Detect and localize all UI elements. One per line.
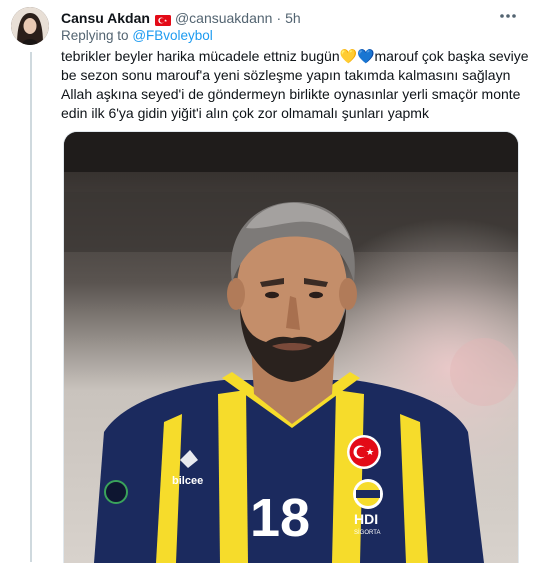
thread-line xyxy=(30,52,32,562)
tweet-text-line: tebrikler beyler harika mücadele ettniz … xyxy=(61,48,529,64)
avatar[interactable] xyxy=(11,7,49,45)
sponsor-brand-text: bilcee xyxy=(172,475,203,487)
replying-mention-link[interactable]: @FBvoleybol xyxy=(132,28,213,43)
replying-to: Replying to @FBvoleybol xyxy=(61,28,213,43)
author-name[interactable]: Cansu Akdan xyxy=(61,10,150,26)
tweet-media-photo[interactable]: bilcee 18 HDI SİGORTA xyxy=(63,131,519,563)
jersey-number: 18 xyxy=(250,488,310,548)
tweet-text-line: be sezon sonu marouf'a yeni sözleşme yap… xyxy=(61,67,511,83)
club-badge-icon xyxy=(353,479,383,509)
separator-dot: · xyxy=(276,10,282,26)
tweet-text-line: Allah aşkına seyed'i de göndermeyn birli… xyxy=(61,86,521,102)
turkey-flag-icon xyxy=(154,13,171,26)
tweet-text: tebrikler beyler harika mücadele ettniz … xyxy=(61,47,529,123)
author-handle[interactable]: @cansuakdann xyxy=(175,10,273,26)
tweet-header: Cansu Akdan @cansuakdann · 5h xyxy=(61,8,524,28)
volleyball-player-photo: bilcee 18 HDI SİGORTA xyxy=(64,132,518,563)
tweet-text-line: edin ilk 6'ya gidin yiğit'i alın çok zor… xyxy=(61,105,429,121)
sponsor-tag-text: SİGORTA xyxy=(354,529,380,536)
timestamp[interactable]: 5h xyxy=(285,10,301,26)
avatar-photo xyxy=(11,7,49,45)
sponsor-hdi-text: HDI xyxy=(354,511,378,527)
replying-prefix: Replying to xyxy=(61,28,129,43)
more-options-icon[interactable] xyxy=(496,6,520,26)
jersey-turkey-flag-patch xyxy=(347,435,381,469)
